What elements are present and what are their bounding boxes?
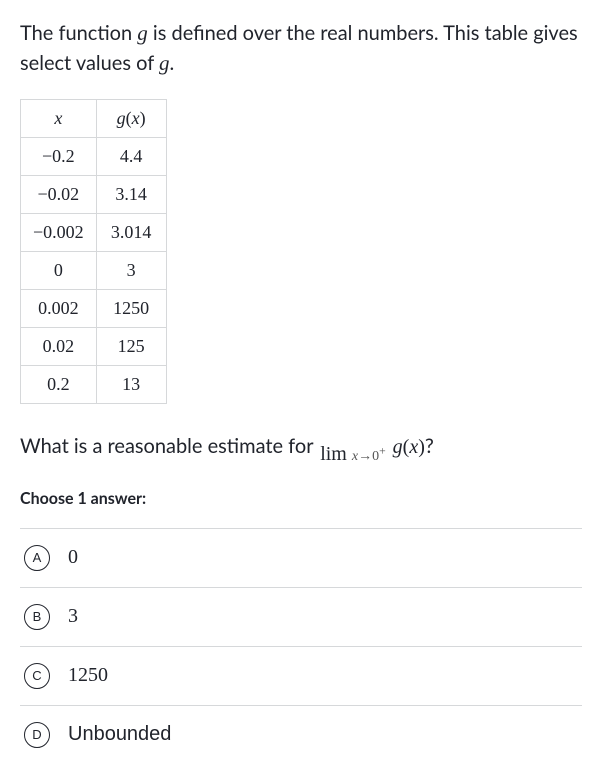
table-row: −0.0023.014 <box>21 213 167 251</box>
intro-fn: g <box>137 21 148 45</box>
cell-gx: 3.014 <box>96 213 166 251</box>
radio-icon: B <box>24 604 50 630</box>
radio-icon: D <box>24 722 50 748</box>
table-row: 0.0021250 <box>21 289 167 327</box>
radio-icon: A <box>24 545 50 571</box>
col-header-x: x <box>21 99 97 137</box>
intro-part3: . <box>170 51 175 75</box>
choice-d[interactable]: D Unbounded <box>20 706 582 764</box>
cell-x: −0.02 <box>21 175 97 213</box>
table-row: 0.02125 <box>21 327 167 365</box>
limit-expression: lim x→0+ g(x) <box>318 436 425 458</box>
question-mark: ? <box>425 434 434 458</box>
choices-group: A 0 B 3 C 1250 D Unbounded <box>20 528 582 764</box>
values-table: x g(x) −0.24.4 −0.023.14 −0.0023.014 03 … <box>20 99 167 404</box>
cell-gx: 4.4 <box>96 137 166 175</box>
cell-x: 0.02 <box>21 327 97 365</box>
col-header-gx: g(x) <box>96 99 166 137</box>
cell-x: −0.2 <box>21 137 97 175</box>
radio-icon: C <box>24 663 50 689</box>
cell-gx: 3 <box>96 251 166 289</box>
choice-b[interactable]: B 3 <box>20 588 582 647</box>
table-row: −0.023.14 <box>21 175 167 213</box>
cell-x: −0.002 <box>21 213 97 251</box>
choice-c[interactable]: C 1250 <box>20 647 582 706</box>
table-body: −0.24.4 −0.023.14 −0.0023.014 03 0.00212… <box>21 137 167 403</box>
intro-fn2: g <box>159 51 170 75</box>
choice-text: Unbounded <box>68 723 171 746</box>
table-row: 0.213 <box>21 365 167 403</box>
lim-word: lim <box>320 443 347 465</box>
cell-gx: 13 <box>96 365 166 403</box>
cell-gx: 1250 <box>96 289 166 327</box>
choice-text: 0 <box>68 546 78 569</box>
cell-gx: 3.14 <box>96 175 166 213</box>
lim-fn: g <box>393 436 403 458</box>
table-row: −0.24.4 <box>21 137 167 175</box>
choose-label: Choose 1 answer: <box>20 489 582 508</box>
lim-subscript: x→0+ <box>352 449 386 464</box>
cell-x: 0 <box>21 251 97 289</box>
choice-a[interactable]: A 0 <box>20 529 582 588</box>
choice-text: 1250 <box>68 664 108 687</box>
intro-part1: The function <box>20 21 137 45</box>
question-prefix: What is a reasonable estimate for <box>20 434 318 458</box>
choice-text: 3 <box>68 605 78 628</box>
cell-x: 0.002 <box>21 289 97 327</box>
question-text: What is a reasonable estimate for lim x→… <box>20 432 582 461</box>
cell-gx: 125 <box>96 327 166 365</box>
cell-x: 0.2 <box>21 365 97 403</box>
intro-text: The function g is defined over the real … <box>20 18 582 79</box>
table-row: 03 <box>21 251 167 289</box>
